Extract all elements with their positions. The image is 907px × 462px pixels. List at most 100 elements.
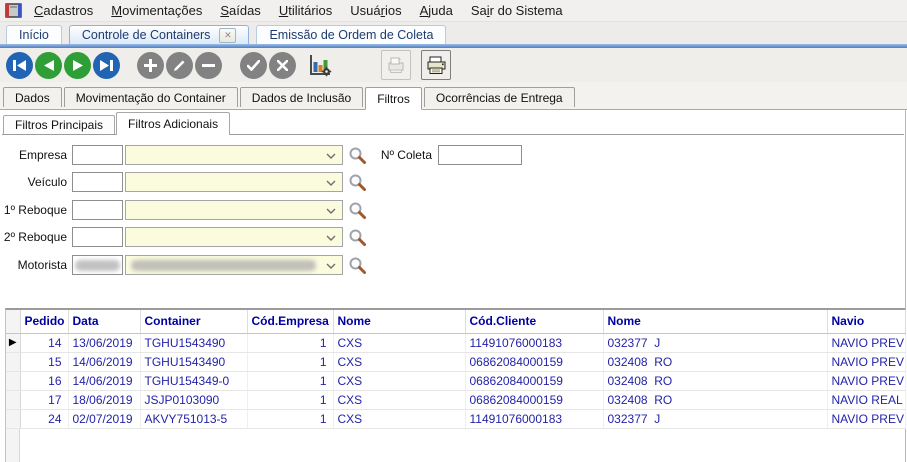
table-row[interactable]: 16 14/06/2019 TGHU154349-0 1 CXS 068620840001… [6,371,906,391]
application-window: Cadastros Movimentações Saídas Utilitári… [0,0,907,462]
page-tab[interactable]: Filtros [365,87,422,110]
chevron-down-icon [326,235,336,241]
insert-record-button[interactable] [137,52,164,79]
table-row[interactable]: 15 14/06/2019 TGHU1543490 1 CXS 0686208400015… [6,352,906,372]
filter-code-input[interactable] [72,227,123,247]
filters-page: Filtros Principais Filtros Adicionais Em… [0,110,906,462]
column-header[interactable]: Cód.Cliente [465,310,604,334]
grid-cell: 15 [20,352,69,372]
page-tab[interactable]: Ocorrências de Entrega [423,87,575,107]
check-icon [247,60,260,71]
filter-code-input[interactable] [72,172,123,192]
document-tab-bar: Início Controle de Containers ✕ Emissão … [0,22,907,48]
page-tab[interactable]: Dados de Inclusão [239,87,364,107]
menu-item[interactable]: Saídas [211,0,269,21]
search-icon[interactable] [348,256,367,275]
column-header[interactable]: Cód.Empresa [247,310,334,334]
filter-label: Veículo [27,175,67,189]
grid-cell: 14/06/2019 [68,371,141,391]
close-tab-icon[interactable]: ✕ [219,27,237,43]
search-icon[interactable] [348,201,367,220]
cross-icon [277,60,288,71]
filter-code-input[interactable] [72,145,123,165]
menu-item[interactable]: Utilitários [270,0,341,21]
cancel-record-button[interactable] [269,52,296,79]
redacted-text [75,260,120,271]
minus-icon [202,64,215,67]
grid-cell: CXS [333,333,466,353]
column-header[interactable]: Data [68,310,141,334]
edit-record-button[interactable] [166,52,193,79]
menu-item[interactable]: Ajuda [411,0,462,21]
coleta-label: Nº Coleta [380,148,432,162]
grid-cell: 02/07/2019 [68,409,141,429]
print-button[interactable] [421,50,451,80]
grid-cell: NAVIO PREV [827,333,906,353]
post-record-button[interactable] [240,52,267,79]
grid-cell: NAVIO REAL [827,390,906,410]
filter-label: 1º Reboque [3,203,67,217]
document-tab[interactable]: Início [6,25,62,44]
menu-item[interactable]: Usuá r ios [341,0,410,21]
menu-item[interactable]: Sa i r do Sistema [462,0,572,21]
go-last-icon [100,60,113,71]
redacted-text [131,260,316,271]
plus-icon [144,59,157,72]
column-header[interactable]: Container [140,310,248,334]
menu-bar: Cadastros Movimentações Saídas Utilitári… [0,0,907,22]
grid-cell: 1 [247,333,334,353]
column-header[interactable]: Pedido [20,310,69,334]
filter-combo[interactable] [125,200,343,220]
document-tab-label: Emissão de Ordem de Coleta [269,28,434,42]
document-tab[interactable]: Emissão de Ordem de Coleta [256,25,447,44]
print-preview-icon [388,57,404,73]
column-header[interactable]: Navio [827,310,906,334]
selector-header [6,310,21,334]
column-header[interactable]: Nome [333,310,466,334]
go-next-icon [72,60,83,71]
grid-cell: TGHU1543490 [140,333,248,353]
grid-cell: 032408 RO [603,352,828,372]
last-record-button[interactable] [93,52,120,79]
filter-combo[interactable] [125,172,343,192]
print-preview-button[interactable] [381,50,411,80]
grid-cell: 032377 J [603,409,828,429]
delete-record-button[interactable] [195,52,222,79]
search-icon[interactable] [348,173,367,192]
page-tab[interactable]: Movimentação do Container [63,87,238,107]
chevron-down-icon [326,153,336,159]
grid-cell: CXS [333,390,466,410]
next-record-button[interactable] [64,52,91,79]
filter-combo[interactable] [125,145,343,165]
search-icon[interactable] [348,228,367,247]
grid-cell: CXS [333,352,466,372]
document-tab[interactable]: Controle de Containers ✕ [68,25,250,44]
filter-subtab-bar: Filtros Principais Filtros Adicionais [2,112,904,135]
row-selector-cell [6,409,21,429]
grid-cell: NAVIO PREV [827,371,906,391]
chevron-down-icon [326,208,336,214]
filter-combo[interactable] [125,227,343,247]
coleta-input[interactable] [438,145,522,165]
column-header[interactable]: Nome [603,310,828,334]
grid-cell: 06862084000159 [465,352,604,372]
grid-cell: TGHU154349-0 [140,371,248,391]
table-row[interactable]: ▶ 14 13/06/2019 TGHU1543490 1 CXS 114910760001… [6,333,906,353]
filter-code-input[interactable] [72,200,123,220]
table-row[interactable]: 24 02/07/2019 AKVY751013-5 1 CXS 114910760001… [6,409,906,429]
filter-label: Empresa [18,148,67,162]
grid-cell: 14/06/2019 [68,352,141,372]
menu-item[interactable]: Cadastros [25,0,102,21]
bar-chart-gear-icon [310,55,332,77]
grid-cell: 1 [247,390,334,410]
go-first-icon [13,60,26,71]
filter-subtab[interactable]: Filtros Principais [3,115,116,134]
table-row[interactable]: 17 18/06/2019 JSJP0103090 1 CXS 0686208400015… [6,390,906,410]
prior-record-button[interactable] [35,52,62,79]
first-record-button[interactable] [6,52,33,79]
grid-cell: 24 [20,409,69,429]
filter-subtab[interactable]: Filtros Adicionais [116,112,231,135]
chart-settings-button[interactable] [305,50,335,80]
menu-item[interactable]: Movimentações [102,0,211,21]
page-tab[interactable]: Dados [3,87,62,107]
